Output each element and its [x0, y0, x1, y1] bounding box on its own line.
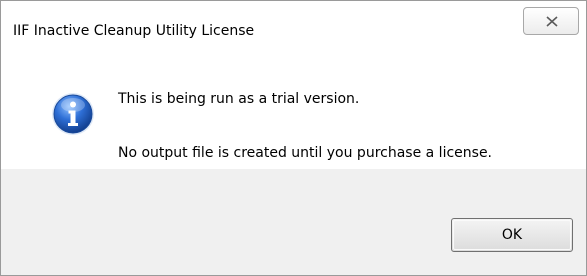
ok-button[interactable]: OK: [451, 218, 573, 252]
info-icon: [52, 93, 94, 135]
ok-button-label: OK: [501, 227, 523, 243]
message-line-purchase: No output file is created until you purc…: [118, 145, 493, 161]
close-button[interactable]: [523, 7, 579, 35]
button-bar: OK: [1, 169, 586, 275]
license-dialog: IIF Inactive Cleanup Utility License Thi…: [0, 0, 587, 276]
message-area: This is being run as a trial version. No…: [1, 53, 586, 168]
message-line-trial: This is being run as a trial version.: [118, 91, 360, 107]
title-bar: IIF Inactive Cleanup Utility License: [1, 1, 586, 41]
close-icon: [546, 16, 558, 27]
dialog-title: IIF Inactive Cleanup Utility License: [13, 23, 255, 39]
